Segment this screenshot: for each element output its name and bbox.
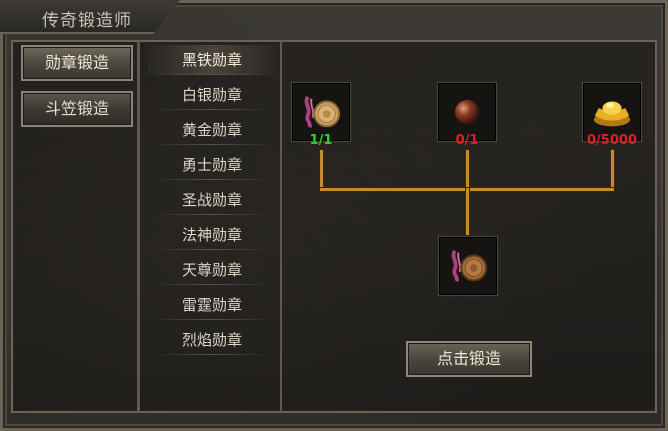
list-item-warrior-medal[interactable]: 勇士勋章 [148,150,276,180]
result-slot[interactable] [438,236,498,296]
material-count-bead: 0/1 [455,133,479,148]
tab-hat-forge[interactable]: 斗笠锻造 [21,91,133,127]
tab-medal-forge[interactable]: 勋章锻造 [21,45,133,81]
list-item-gold-medal[interactable]: 黄金勋章 [148,115,276,145]
window-title: 传奇锻造师 [42,11,132,31]
list-item-thunder-medal[interactable]: 雷霆勋章 [148,290,276,320]
gold-ingot-icon [591,91,633,133]
connector-line [466,150,469,190]
material-count-medal: 1/1 [309,133,333,148]
medal-icon [447,245,489,287]
list-item-holy-war-medal[interactable]: 圣战勋章 [148,185,276,215]
material-count-gold: 0/5000 [587,133,637,148]
list-item-heaven-lord-medal[interactable]: 天尊勋章 [148,255,276,285]
list-item-mage-god-medal[interactable]: 法神勋章 [148,220,276,250]
connector-line [320,150,323,190]
list-item-flame-medal[interactable]: 烈焰勋章 [148,325,276,355]
forge-button[interactable]: 点击锻造 [406,341,532,377]
bead-icon [446,91,488,133]
connector-line [466,188,469,238]
divider [137,41,140,412]
list-item-black-iron-medal[interactable]: 黑铁勋章 [148,45,276,75]
medal-icon [300,91,342,133]
divider [280,41,282,412]
connector-line [611,150,614,190]
list-item-silver-medal[interactable]: 白银勋章 [148,80,276,110]
